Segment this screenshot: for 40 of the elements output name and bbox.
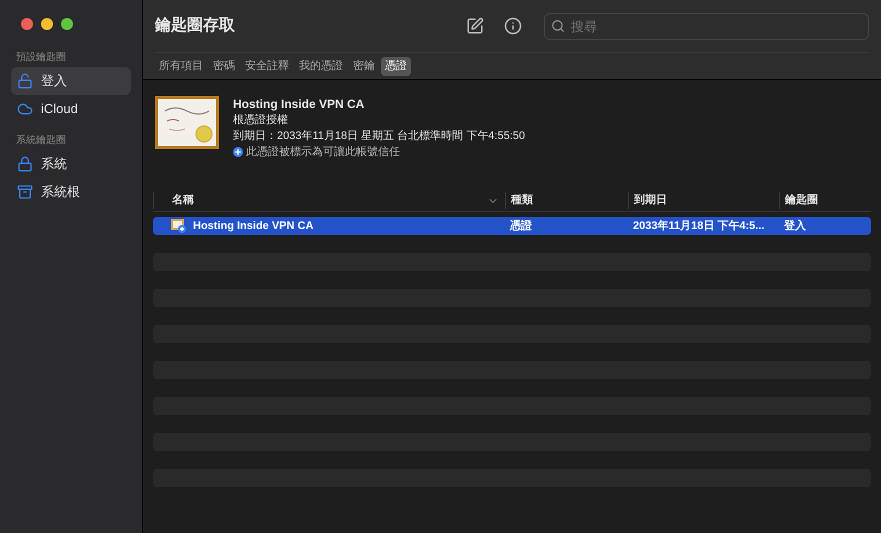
zoom-button[interactable]	[61, 18, 73, 30]
sidebar-item[interactable]: 系統	[11, 150, 131, 178]
compose-icon[interactable]	[466, 17, 484, 35]
sidebar-item[interactable]: 登入	[11, 67, 131, 95]
sidebar-section-title: 預設鑰匙圈	[15, 50, 67, 65]
window-title: 鑰匙圈存取	[155, 16, 236, 36]
table-cell-text: 憑證	[510, 218, 532, 234]
certificate-icon	[171, 219, 187, 233]
tab[interactable]: 憑證	[381, 57, 411, 76]
cloud-icon	[17, 101, 33, 117]
certificate-name: Hosting Inside VPN CA	[233, 96, 366, 112]
sidebar-section-title: 系統鑰匙圈	[15, 134, 67, 148]
tab[interactable]: 我的憑證	[295, 57, 347, 76]
certificate-type: 根憑證授權	[233, 113, 289, 128]
search-field[interactable]: 搜尋	[544, 12, 869, 40]
info-icon[interactable]	[504, 17, 522, 35]
column-header[interactable]: 名稱	[153, 192, 505, 209]
table-cell-text: 登入	[784, 218, 806, 234]
column-header[interactable]: 到期日	[628, 192, 779, 209]
table-cell-text: 2033年11月18日 下午4:5...	[633, 218, 764, 234]
expiry-date: 到期日：2033年11月18日 星期五 台北標準時間 下午4:55:50	[233, 129, 525, 144]
minimize-button[interactable]	[41, 18, 53, 30]
tab[interactable]: 所有項目	[155, 57, 207, 76]
certificate-icon	[155, 96, 219, 149]
plus-icon	[233, 147, 243, 157]
tab[interactable]: 安全註釋	[241, 57, 293, 76]
column-header[interactable]: 鑰匙圈	[779, 192, 867, 209]
unlocked-icon	[17, 73, 33, 89]
search-icon	[551, 18, 565, 32]
column-header[interactable]: 種類	[505, 192, 628, 209]
tab[interactable]: 密鑰	[349, 57, 379, 76]
table-cell-text: Hosting Inside VPN CA	[193, 218, 314, 234]
trust-status: 此憑證被標示為可讓此帳號信任	[246, 144, 400, 160]
close-button[interactable]	[21, 18, 33, 30]
tab[interactable]: 密碼	[209, 57, 239, 76]
sidebar-item[interactable]: iCloud	[11, 95, 131, 123]
cabinet-icon	[17, 184, 33, 200]
sidebar-item[interactable]: 系統根	[11, 178, 131, 206]
locked-icon	[17, 156, 33, 172]
table-row[interactable]: Hosting Inside VPN CA 憑證 2033年11月18日 下午4:5... 登入	[153, 217, 871, 235]
